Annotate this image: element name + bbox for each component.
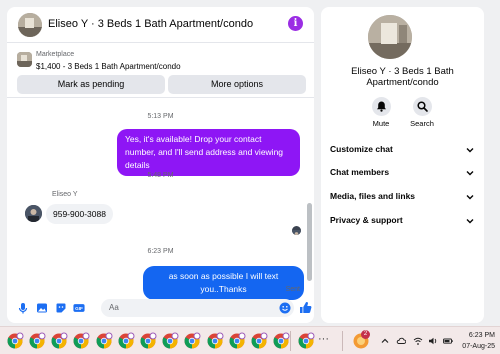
- listing-thumbnail[interactable]: [17, 52, 32, 67]
- listing-photo[interactable]: [368, 15, 412, 59]
- listing-title[interactable]: $1,400 - 3 Beds 1 Bath Apartment/condo: [36, 62, 181, 71]
- browser-app-icon[interactable]: [183, 332, 201, 350]
- outgoing-message[interactable]: Yes, it's available! Drop your contact n…: [117, 129, 300, 176]
- seen-indicator-avatar: [292, 226, 301, 235]
- chevron-down-icon: [466, 171, 474, 176]
- bell-icon: [376, 101, 386, 112]
- section-chat-members[interactable]: Chat members: [330, 165, 475, 181]
- chat-panel: Eliseo Y · 3 Beds 1 Bath Apartment/condo…: [7, 7, 314, 323]
- taskbar-clock[interactable]: 6:23 PM 07-Aug-25: [459, 330, 495, 352]
- clock-date: 07-Aug-25: [462, 343, 495, 350]
- microphone-icon[interactable]: [17, 302, 29, 314]
- mute-button[interactable]: [371, 97, 391, 116]
- browser-app-icon[interactable]: [117, 332, 135, 350]
- section-media-files-links[interactable]: Media, files and links: [330, 189, 475, 205]
- browser-app-icon[interactable]: [6, 332, 24, 350]
- taskbar-overflow-button[interactable]: ···: [318, 333, 329, 345]
- search-action[interactable]: Search: [402, 97, 442, 128]
- chevron-down-icon: [466, 195, 474, 200]
- notification-badge: 2: [361, 330, 370, 339]
- browser-app-icon[interactable]: [250, 332, 268, 350]
- section-label: Customize chat: [330, 144, 393, 154]
- svg-text:GIF: GIF: [75, 306, 83, 311]
- marketplace-banner: Marketplace $1,400 - 3 Beds 1 Bath Apart…: [7, 44, 314, 98]
- browser-app-icon[interactable]: [297, 332, 315, 350]
- section-privacy-support[interactable]: Privacy & support: [330, 213, 475, 229]
- browser-app-icon[interactable]: [50, 332, 68, 350]
- search-label: Search: [410, 119, 434, 128]
- browser-app-icon[interactable]: [72, 332, 90, 350]
- mute-action[interactable]: Mute: [361, 97, 401, 128]
- search-button[interactable]: [412, 97, 432, 116]
- search-icon: [416, 101, 428, 112]
- timestamp: 5:48 PM: [147, 172, 174, 179]
- timestamp: 5:13 PM: [147, 113, 174, 120]
- browser-app-icon[interactable]: [161, 332, 179, 350]
- timestamp: 6:23 PM: [147, 248, 174, 255]
- more-options-button[interactable]: More options: [168, 75, 306, 94]
- chat-title[interactable]: Eliseo Y · 3 Beds 1 Bath Apartment/condo: [48, 18, 253, 30]
- browser-app-icon[interactable]: [228, 332, 246, 350]
- sent-status: Sent: [285, 286, 300, 293]
- section-label: Chat members: [330, 167, 390, 177]
- sticker-icon[interactable]: [55, 302, 67, 314]
- browser-app-icon[interactable]: [272, 332, 290, 350]
- clock-time: 6:23 PM: [468, 332, 495, 339]
- sender-avatar[interactable]: [25, 205, 42, 222]
- message-input[interactable]: Aa: [101, 299, 294, 317]
- listing-avatar[interactable]: [18, 13, 42, 37]
- chevron-down-icon: [466, 148, 474, 153]
- cloud-icon[interactable]: [396, 336, 406, 346]
- gif-icon[interactable]: GIF: [73, 302, 85, 314]
- speaker-icon[interactable]: [428, 336, 438, 346]
- chevron-down-icon: [466, 219, 474, 224]
- browser-app-icon[interactable]: [139, 332, 157, 350]
- battery-icon[interactable]: [443, 336, 453, 346]
- taskbar: ··· 2 6:23 PM 07-Aug-25: [0, 326, 500, 354]
- browser-app-icon[interactable]: [95, 332, 113, 350]
- browser-app-icon[interactable]: [28, 332, 46, 350]
- message-list: 5:13 PM Yes, it's available! Drop your c…: [7, 98, 314, 300]
- browser-app-icon[interactable]: [206, 332, 224, 350]
- taskbar-divider: [290, 331, 291, 351]
- conversation-name: Eliseo Y · 3 Beds 1 Bath Apartment/condo: [351, 66, 454, 88]
- chat-header: Eliseo Y · 3 Beds 1 Bath Apartment/condo…: [7, 7, 314, 43]
- conversation-info-panel: Eliseo Y · 3 Beds 1 Bath Apartment/condo…: [321, 7, 484, 323]
- mute-label: Mute: [372, 119, 390, 128]
- wifi-icon[interactable]: [413, 336, 423, 346]
- section-customize-chat[interactable]: Customize chat: [330, 142, 475, 158]
- mark-as-pending-button[interactable]: Mark as pending: [17, 75, 165, 94]
- message-scrollbar[interactable]: [307, 203, 312, 281]
- message-input-placeholder: Aa: [109, 303, 119, 312]
- section-label: Media, files and links: [330, 191, 416, 201]
- section-label: Privacy & support: [330, 215, 403, 225]
- sender-name: Eliseo Y: [52, 191, 78, 198]
- composer: GIF Aa: [7, 293, 314, 323]
- photo-icon[interactable]: [36, 302, 48, 314]
- thumbs-up-icon[interactable]: [299, 301, 312, 314]
- taskbar-divider: [342, 331, 343, 351]
- chevron-up-icon[interactable]: [380, 336, 390, 346]
- marketplace-label: Marketplace: [36, 51, 75, 58]
- info-button[interactable]: i: [288, 16, 303, 31]
- incoming-message[interactable]: 959-900-3088: [46, 204, 113, 224]
- notification-app-icon[interactable]: 2: [352, 330, 370, 350]
- emoji-icon[interactable]: [279, 302, 291, 314]
